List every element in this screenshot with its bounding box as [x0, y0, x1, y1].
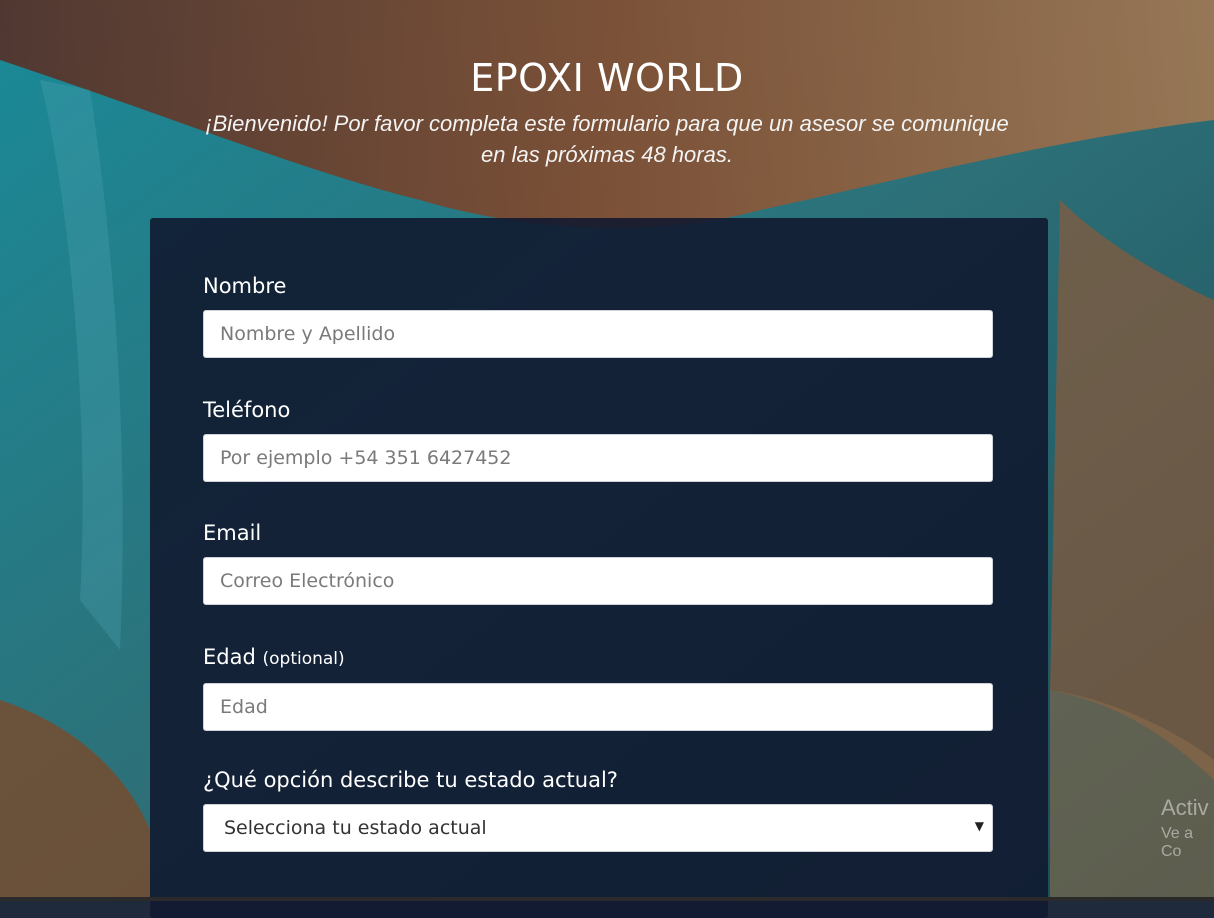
chevron-down-icon: ▼: [974, 819, 984, 833]
name-input[interactable]: [203, 310, 993, 358]
page-header: EPOXI WORLD ¡Bienvenido! Por favor compl…: [0, 56, 1214, 170]
age-input[interactable]: [203, 683, 993, 731]
name-field-group: Nombre: [203, 272, 993, 358]
page-subtitle: ¡Bienvenido! Por favor completa este for…: [205, 110, 1009, 167]
form-panel: Nombre Teléfono Email Edad (optional) ¿Q…: [150, 218, 1048, 918]
phone-input[interactable]: [203, 434, 993, 482]
bottom-edge-bar: [0, 897, 1214, 901]
status-label: ¿Qué opción describe tu estado actual?: [203, 768, 618, 792]
email-label: Email: [203, 521, 262, 545]
activation-watermark: Activ Ve a Co: [1161, 795, 1214, 861]
age-label: Edad: [203, 645, 256, 669]
status-select-value: Selecciona tu estado actual: [224, 817, 487, 839]
age-label-row: Edad (optional): [203, 643, 993, 673]
activation-watermark-line2: Ve a Co: [1161, 825, 1194, 860]
phone-field-group: Teléfono: [203, 396, 993, 482]
status-field-group: ¿Qué opción describe tu estado actual? S…: [203, 766, 993, 852]
status-select[interactable]: Selecciona tu estado actual ▼: [203, 804, 993, 852]
email-input[interactable]: [203, 557, 993, 605]
page-title: EPOXI WORLD: [470, 56, 744, 100]
phone-label: Teléfono: [203, 398, 291, 422]
optional-hint: (optional): [262, 649, 345, 669]
name-label: Nombre: [203, 274, 287, 298]
activation-watermark-line1: Activ: [1161, 795, 1209, 820]
email-field-group: Email: [203, 519, 993, 605]
age-field-group: Edad (optional): [203, 643, 993, 731]
